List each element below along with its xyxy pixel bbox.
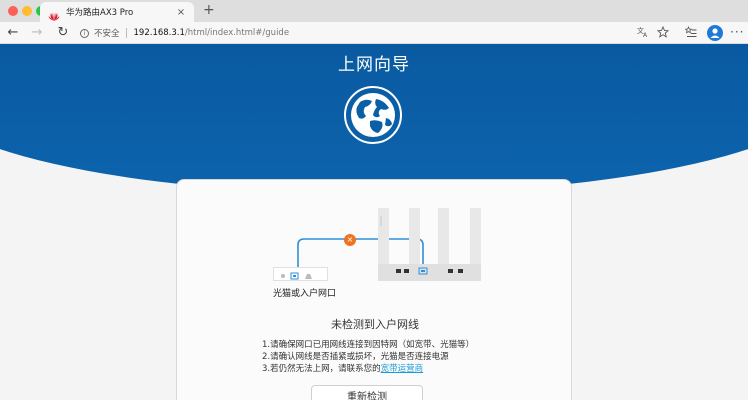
tab-close-icon[interactable]: × <box>174 7 188 18</box>
translate-icon[interactable]: 文A <box>636 26 650 43</box>
insecure-label[interactable]: 不安全 <box>94 27 120 39</box>
favorites-list-icon[interactable] <box>684 26 698 43</box>
browser-tab[interactable]: 华为路由AX3 Pro × <box>40 2 194 22</box>
info-icon[interactable]: i <box>80 28 89 38</box>
retry-detect-button[interactable]: 重新检测 <box>311 385 423 400</box>
tab-title: 华为路由AX3 Pro <box>66 8 134 18</box>
page-title: 上网向导 <box>338 55 410 75</box>
message-line-1: 1.请确保网口已用网线连接到因特网（如宽带、光猫等） <box>262 340 475 350</box>
message-line-3-text: 3.若仍然无法上网，请联系您的 <box>262 364 381 374</box>
url-path[interactable]: /html/index.html#/guide <box>185 28 289 38</box>
router-icon <box>376 208 484 282</box>
connection-error-icon: × <box>344 234 356 246</box>
forward-button[interactable]: → <box>28 24 46 42</box>
profile-avatar[interactable] <box>707 25 723 41</box>
address-bar[interactable]: i 不安全 192.168.3.1 /html/index.html#/guid… <box>80 25 680 41</box>
message-line-2: 2.请确认网线是否插紧或损坏，光猫是否连接电源 <box>262 352 449 362</box>
svg-text:A: A <box>643 32 648 38</box>
connection-line <box>297 238 424 272</box>
wall-port-label: 光猫或入户网口 <box>273 289 337 299</box>
new-tab-button[interactable]: + <box>203 2 215 18</box>
address-separator <box>125 28 127 38</box>
favorite-star-icon[interactable] <box>656 25 670 43</box>
message-line-3: 3.若仍然无法上网，请联系您的宽带运营商 <box>262 362 423 374</box>
wall-port-icon <box>273 267 328 281</box>
reload-button[interactable]: ↻ <box>54 24 72 42</box>
window-close-button[interactable] <box>8 6 18 16</box>
guide-page: 上网向导 光猫或入户网口 × 未检测到入户网线 1.请确保网口已用网线连接到因特… <box>0 44 748 400</box>
guide-card: 光猫或入户网口 × 未检测到入户网线 1.请确保网口已用网线连接到因特网（如宽带… <box>176 179 572 400</box>
huawei-logo-icon <box>48 7 60 21</box>
back-button[interactable]: ← <box>4 24 22 42</box>
more-menu-icon[interactable]: ··· <box>730 25 744 39</box>
window-minimize-button[interactable] <box>22 6 32 16</box>
browser-tab-bar: 华为路由AX3 Pro × + <box>0 0 748 22</box>
globe-icon <box>344 86 402 144</box>
isp-link[interactable]: 宽带运营商 <box>381 364 424 374</box>
message-title: 未检测到入户网线 <box>331 318 419 331</box>
url-host[interactable]: 192.168.3.1 <box>134 28 185 38</box>
browser-toolbar: ← → ↻ i 不安全 192.168.3.1 /html/index.html… <box>0 22 748 44</box>
